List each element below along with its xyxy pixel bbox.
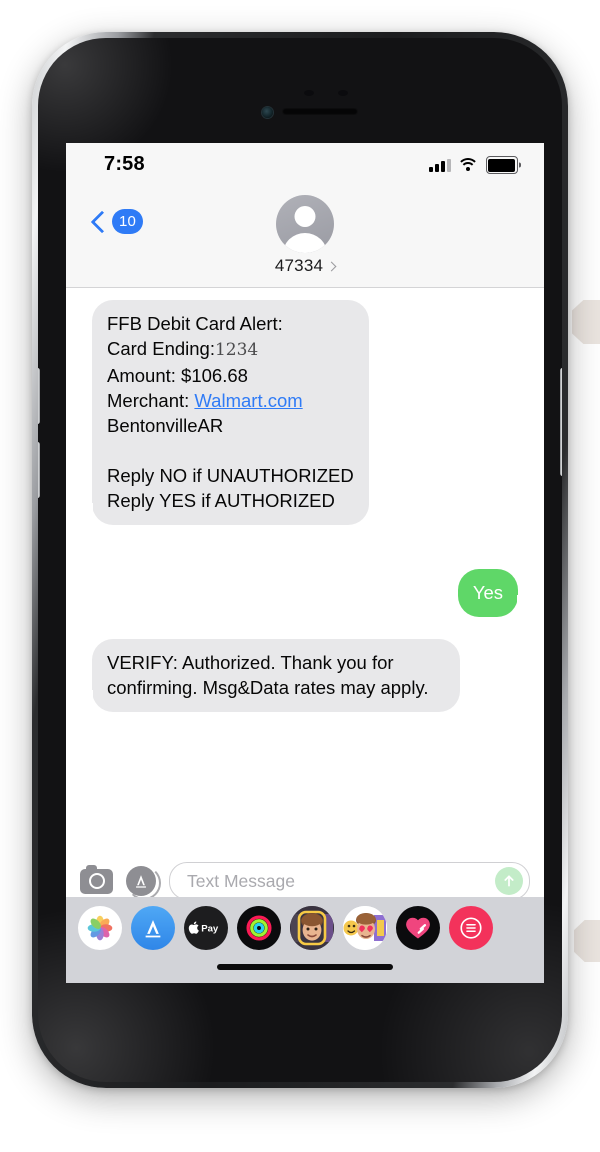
phone-screen: 7:58 10 47334 FFB Debit Card Alert: Card… (66, 143, 544, 983)
message-placeholder: Text Message (187, 870, 295, 891)
camera-icon[interactable] (80, 864, 113, 894)
cellular-signal-icon (428, 158, 451, 172)
background-shape-top (572, 300, 600, 344)
front-camera-icon (262, 107, 273, 118)
message-row: FFB Debit Card Alert: Card Ending:1234 A… (66, 300, 544, 525)
alert-line-4-label: Merchant: (107, 390, 190, 411)
phone-device: 7:58 10 47334 FFB Debit Card Alert: Card… (32, 32, 568, 1088)
message-bubble-reply[interactable]: Yes (457, 569, 531, 617)
alert-line-6: Reply NO if UNAUTHORIZED (107, 465, 354, 486)
send-button[interactable] (495, 867, 523, 895)
app-icon-music[interactable] (449, 906, 493, 950)
search-message-field[interactable]: Text Message (169, 862, 530, 900)
app-store-icon[interactable] (126, 866, 161, 900)
home-indicator-bar (217, 964, 393, 970)
app-icon-memoji[interactable] (290, 906, 334, 950)
volume-up-button[interactable] (38, 368, 40, 424)
message-thread[interactable]: FFB Debit Card Alert: Card Ending:1234 A… (66, 288, 544, 869)
wifi-icon (457, 158, 480, 172)
app-icon-apple-pay[interactable]: Pay (184, 906, 228, 950)
card-ending-digits: 1234 (214, 340, 259, 360)
app-icon-memoji-stickers[interactable] (343, 906, 387, 950)
alert-line-2-label: Card Ending: (107, 338, 215, 359)
app-icon-digital-touch-heart[interactable] (396, 906, 440, 950)
app-icon-fitness-rings[interactable] (237, 906, 281, 950)
imessage-app-drawer[interactable]: Pay (66, 897, 544, 983)
message-row: Yes (66, 569, 544, 617)
contact-name-row: 47334 (274, 256, 337, 276)
phone-body: 7:58 10 47334 FFB Debit Card Alert: Card… (38, 38, 562, 1082)
contact-header[interactable]: 47334 (66, 195, 544, 276)
app-drawer-arc-icon (127, 866, 161, 900)
alert-line-5: BentonvilleAR (107, 415, 224, 436)
message-row: VERIFY: Authorized. Thank you for confir… (66, 639, 544, 712)
alert-line-7: Reply YES if AUTHORIZED (107, 490, 335, 511)
avatar (276, 195, 334, 253)
battery-icon (485, 156, 518, 175)
app-icon-app-store[interactable] (131, 906, 175, 950)
earpiece-speaker-icon (282, 108, 358, 115)
ambient-light-sensor-icon (338, 90, 348, 96)
alert-line-3: Amount: $106.68 (107, 365, 248, 386)
message-bubble-alert[interactable]: FFB Debit Card Alert: Card Ending:1234 A… (80, 300, 369, 525)
message-bubble-verify[interactable]: VERIFY: Authorized. Thank you for confir… (80, 639, 460, 712)
volume-down-button[interactable] (38, 442, 40, 498)
contact-name: 47334 (274, 256, 324, 275)
svg-text:Pay: Pay (201, 924, 219, 935)
app-icon-photos[interactable] (78, 906, 122, 950)
power-button[interactable] (560, 368, 562, 476)
status-time: 7:58 (104, 153, 145, 175)
alert-line-1: FFB Debit Card Alert: (107, 313, 283, 334)
conversation-nav-bar: 10 47334 (66, 187, 544, 288)
background-shape-bottom (574, 920, 600, 962)
chevron-right-icon (326, 261, 337, 271)
status-bar: 7:58 (66, 143, 544, 187)
status-indicators (428, 156, 518, 175)
proximity-sensor-icon (304, 90, 314, 96)
merchant-link[interactable]: Walmart.com (194, 390, 302, 411)
